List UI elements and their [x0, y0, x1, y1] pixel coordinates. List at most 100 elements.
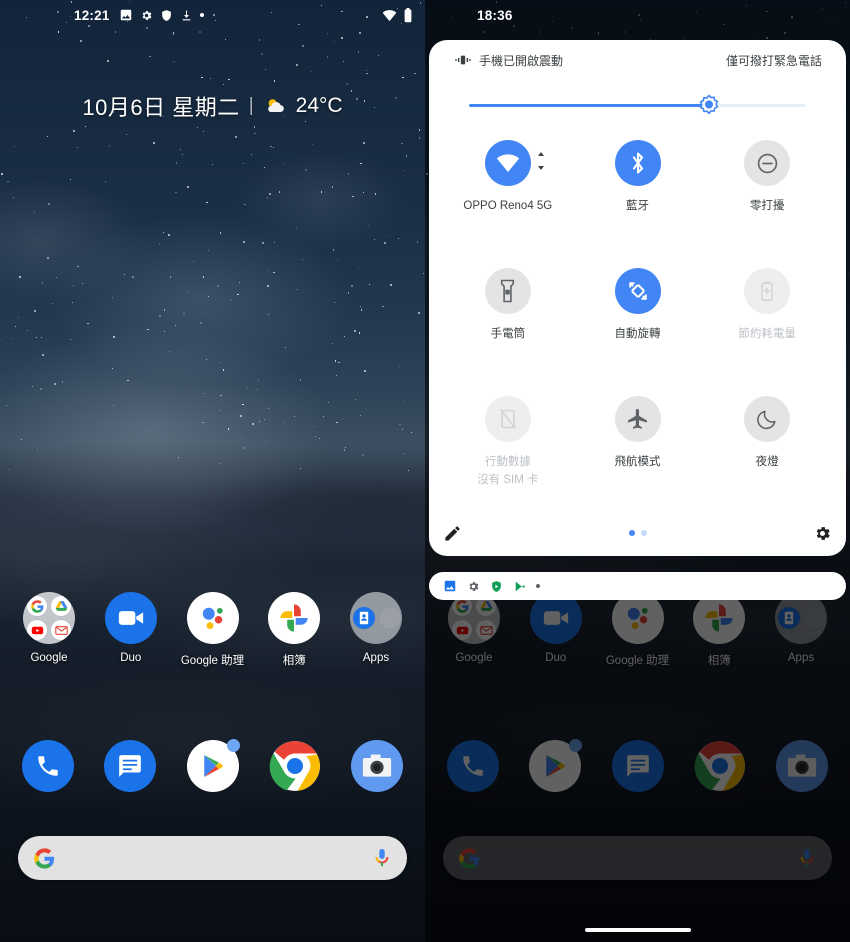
vibrate-icon: [455, 53, 471, 67]
notification-icon-bar[interactable]: [429, 572, 846, 600]
night-light-icon: [744, 396, 791, 442]
wifi-icon: [484, 140, 544, 186]
carrier-status-text: 僅可撥打緊急電話: [725, 53, 822, 68]
play-store-badge: [226, 739, 240, 752]
play-store-icon: [513, 580, 526, 593]
app-label: Google: [30, 652, 68, 664]
tile-mobile-data[interactable]: 行動數據 沒有 SIM 卡: [443, 384, 573, 512]
app-photos[interactable]: 相簿: [263, 592, 325, 668]
page-dot-1[interactable]: [628, 530, 635, 536]
widget-separator: |: [248, 95, 254, 116]
contacts-mini-icon: [353, 607, 375, 629]
tile-flashlight[interactable]: 手電筒: [443, 256, 573, 384]
microphone-icon[interactable]: [373, 848, 391, 868]
apps-folder-icon: [350, 592, 402, 644]
phone-icon: [22, 740, 74, 792]
tile-label: 行動數據: [484, 456, 531, 468]
wallpaper: [0, 0, 425, 942]
tile-label: 零打擾: [749, 200, 785, 212]
brightness-slider[interactable]: [429, 80, 846, 122]
google-g-icon: [34, 847, 55, 869]
home-app-row: Google Duo Google 助理 相簿 Apps: [0, 592, 425, 668]
status-bar: 18:36: [425, 0, 850, 30]
tile-bluetooth[interactable]: 藍牙: [573, 128, 703, 256]
tile-label: 自動旋轉: [614, 328, 661, 340]
tile-wifi[interactable]: OPPO Reno4 5G: [443, 128, 573, 256]
auto-rotate-icon: [614, 268, 661, 314]
widget-temperature: 24°C: [295, 94, 343, 117]
tile-battery-saver[interactable]: 節約耗電量: [702, 256, 832, 384]
photos-icon: [268, 592, 321, 644]
quick-settings-tiles: OPPO Reno4 5G 藍牙 零打擾 手電筒 自動旋轉 節約耗電量 行動數據…: [429, 122, 846, 512]
app-apps-folder[interactable]: Apps: [345, 592, 407, 668]
app-label: 相簿: [282, 655, 306, 667]
chevron-expand-icon[interactable]: [537, 152, 545, 170]
messages-icon: [104, 740, 157, 792]
tile-sublabel: 沒有 SIM 卡: [477, 473, 539, 486]
brightness-fill: [469, 104, 709, 107]
flashlight-icon: [484, 268, 531, 314]
tile-auto-rotate[interactable]: 自動旋轉: [573, 256, 703, 384]
vibrate-status-text: 手機已開啟震動: [479, 53, 564, 68]
status-clock: 12:21: [74, 7, 110, 23]
tile-label: OPPO Reno4 5G: [463, 200, 553, 212]
tile-label: 手電筒: [490, 328, 526, 340]
dock-camera[interactable]: [351, 740, 403, 792]
app-google-folder[interactable]: Google: [18, 592, 80, 668]
tile-night-light[interactable]: 夜燈: [702, 384, 832, 512]
duo-icon: [104, 592, 157, 644]
do-not-disturb-icon: [744, 140, 791, 186]
assistant-icon: [186, 592, 239, 644]
shade-header: 手機已開啟震動 僅可撥打緊急電話: [429, 40, 846, 80]
gear-icon[interactable]: [813, 524, 832, 543]
second-app-mini-icon: [379, 607, 401, 629]
brightness-sun-icon[interactable]: [697, 94, 721, 118]
airplane-icon: [614, 396, 661, 442]
google-g-mini-icon: [27, 596, 47, 616]
shade-footer: [429, 512, 846, 548]
home-dock: [0, 739, 425, 792]
google-folder-icon: [23, 592, 75, 644]
shield-icon: [160, 9, 173, 22]
sun-behind-cloud-icon: [263, 96, 287, 116]
status-clock: 18:36: [477, 7, 513, 23]
tile-row-1: OPPO Reno4 5G 藍牙 零打擾: [443, 128, 832, 256]
battery-icon: [403, 7, 413, 23]
play-protect-icon: [490, 580, 503, 593]
pencil-icon[interactable]: [443, 524, 462, 543]
download-icon: [180, 9, 193, 22]
gear-icon: [467, 580, 480, 593]
drive-mini-icon: [51, 596, 71, 616]
image-icon: [443, 579, 457, 593]
app-label: Duo: [120, 652, 142, 664]
app-label: Apps: [362, 652, 390, 664]
gear-icon: [140, 9, 153, 22]
page-indicator: [628, 530, 647, 536]
camera-icon: [351, 740, 403, 792]
tile-airplane-mode[interactable]: 飛航模式: [573, 384, 703, 512]
tile-do-not-disturb[interactable]: 零打擾: [702, 128, 832, 256]
app-duo[interactable]: Duo: [100, 592, 162, 668]
date-weather-widget[interactable]: 10月6日 星期二 | 24°C: [0, 90, 425, 122]
dock-phone[interactable]: [22, 740, 74, 792]
dock-play-store[interactable]: [186, 739, 240, 792]
dual-screenshot-stage: 12:21 10月6日 星期二 | 24°C Google Duo Google…: [0, 0, 850, 942]
right-phone-quick-settings: Google Duo Google 助理 相簿: [425, 0, 850, 942]
mobile-data-off-icon: [484, 396, 531, 442]
gesture-nav-handle[interactable]: [584, 928, 691, 932]
tile-label: 飛航模式: [614, 456, 661, 468]
status-bar: 12:21: [0, 0, 425, 30]
dock-messages[interactable]: [104, 740, 157, 792]
overflow-dot-icon: [536, 584, 540, 588]
image-icon: [119, 8, 133, 22]
tile-label: 夜燈: [755, 456, 779, 468]
page-dot-2[interactable]: [640, 530, 647, 536]
google-search-bar[interactable]: [18, 836, 407, 880]
gmail-mini-icon: [51, 620, 71, 640]
tile-row-2: 手電筒 自動旋轉 節約耗電量: [443, 256, 832, 384]
dock-chrome[interactable]: [269, 740, 321, 792]
bluetooth-icon: [614, 140, 661, 186]
brightness-track: [469, 104, 806, 107]
app-google-assistant[interactable]: Google 助理: [181, 592, 244, 668]
battery-saver-icon: [744, 268, 791, 314]
